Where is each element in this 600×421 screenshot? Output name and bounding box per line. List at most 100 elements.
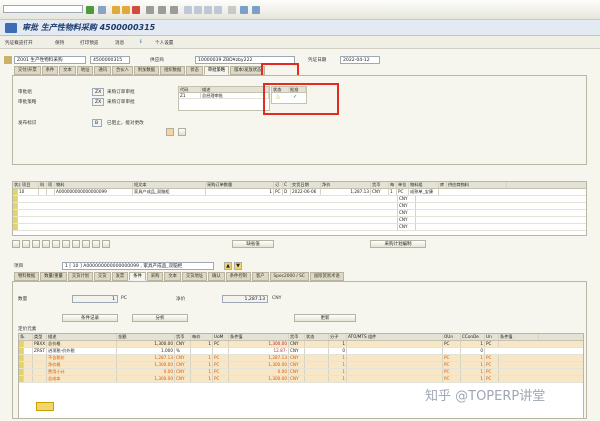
release-row-code: Z1 (179, 93, 201, 98)
quantity-field: 1 (72, 295, 118, 303)
find-icon[interactable] (158, 6, 166, 14)
save-icon[interactable] (98, 6, 106, 14)
table-row[interactable]: 10 A000000000000000099 家具产成品_双脑柜 1 PC D … (13, 189, 586, 196)
print-icon[interactable] (146, 6, 154, 14)
col-code: 代码 (179, 87, 201, 92)
tab-address[interactable]: 地址 (76, 66, 94, 75)
next-page-icon[interactable] (204, 6, 212, 14)
exit-icon[interactable] (122, 6, 130, 14)
tab-status[interactable]: 状态 (186, 66, 203, 75)
item-up-icon[interactable]: ▲ (224, 262, 232, 270)
first-page-icon[interactable] (184, 6, 192, 14)
doc-overview-button[interactable]: 凭证概览打开 (5, 40, 33, 46)
last-page-icon[interactable] (214, 6, 222, 14)
condition-toolbar-icon[interactable] (36, 402, 54, 411)
page-title: 审批 生产性物料采购 4500000315 (22, 23, 156, 32)
items-toolbar (12, 240, 110, 248)
print-preview-button[interactable]: 打印预览 (80, 40, 98, 46)
command-field[interactable] (3, 5, 83, 13)
layout-icon[interactable] (252, 6, 260, 14)
release-indicator-text: 已阻止，能对更改 (107, 121, 144, 126)
tab-communication[interactable]: 通讯 (94, 66, 112, 75)
doc-date-field[interactable]: 2022-04-12 (340, 56, 380, 64)
back-icon[interactable] (112, 6, 120, 14)
enter-icon[interactable] (86, 6, 94, 14)
copy-icon[interactable] (42, 240, 50, 248)
add-row-icon[interactable] (22, 240, 30, 248)
table-row[interactable]: CNY (13, 224, 586, 231)
vendor-label: 供应商 (150, 58, 164, 63)
sum-icon[interactable] (102, 240, 110, 248)
filter-icon[interactable] (52, 240, 60, 248)
table-row[interactable]: ZRST 进项税-价外税 1.000 % 12.87- CNY 0 0 (19, 348, 583, 355)
help-icon[interactable] (240, 6, 248, 14)
table-row[interactable]: 不含税价 1,287.13 CNY 1 PC 1,287.13 CNY 1 PC… (19, 355, 583, 362)
item-selector[interactable]: 1 [ 10 ] A000000000000000099 , 家具产成品_双脑柜 (62, 262, 214, 270)
find-next-icon[interactable] (170, 6, 178, 14)
release-group-code: ZX (92, 88, 104, 96)
table-row[interactable]: CNY (13, 217, 586, 224)
tab-schedule[interactable]: 交货计划 (67, 272, 94, 281)
table-row[interactable]: CNY (13, 196, 586, 203)
release-edit-icon[interactable] (166, 128, 174, 136)
tab-delivery[interactable]: 交货 (94, 272, 111, 281)
tab-incoterms[interactable]: 国际贸易术语 (309, 272, 344, 281)
col-description: 描述 (201, 87, 269, 92)
tab-delivery-invoice[interactable]: 交付/开票 (14, 66, 41, 75)
default-values-button[interactable]: 缺省值 (232, 240, 274, 248)
table-row[interactable]: CNY (13, 203, 586, 210)
tab-material-data[interactable]: 物料数据 (14, 272, 40, 281)
personal-settings-button[interactable]: 个人设置 (155, 40, 173, 46)
table-row[interactable]: 总成本 1,300.00 CNY 1 PC 1,300.00 CNY 1 PC … (19, 376, 583, 383)
hold-button[interactable]: 保持 (55, 40, 64, 46)
table-row[interactable]: PBXX 总价格 1,300.00 CNY 1 PC 1,300.00 CNY … (19, 341, 583, 348)
tab-item-conditions[interactable]: 条件 (129, 272, 146, 281)
tab-texts[interactable]: 文本 (59, 66, 76, 75)
watermark: 知乎 @TOPERP讲堂 (425, 389, 546, 404)
release-strategy-label: 审批策略 (18, 100, 37, 105)
tab-release-strategy[interactable]: 审批策略 (203, 66, 230, 75)
prev-page-icon[interactable] (194, 6, 202, 14)
tab-customer[interactable]: 客户 (251, 272, 269, 281)
cancel-icon[interactable] (132, 6, 140, 14)
tab-additional-data[interactable]: 附加数据 (133, 66, 160, 75)
release-row-desc: 总经理审批 (201, 93, 269, 98)
tab-purchasing[interactable]: 采购 (146, 272, 164, 281)
tab-invoice[interactable]: 发票 (111, 272, 129, 281)
plan-button[interactable]: 采购计划编制 (370, 240, 426, 248)
info-button[interactable]: i (140, 40, 142, 45)
tab-delivery-address[interactable]: 交货地址 (181, 272, 208, 281)
tab-item-texts[interactable]: 文本 (164, 272, 181, 281)
tab-conditions[interactable]: 条件 (41, 66, 59, 75)
doc-type-field[interactable]: Z001 生产性物料采购 (14, 56, 86, 64)
tab-version[interactable]: 版本/发放状态 (230, 66, 266, 75)
condition-record-button[interactable]: 条件记录 (62, 314, 118, 322)
doc-number-field[interactable]: 4500000315 (90, 56, 130, 64)
update-button[interactable]: 更新 (294, 314, 356, 322)
sort-asc-icon[interactable] (62, 240, 70, 248)
item-tabs: 物料数据 数量/重量 交货计划 交货 发票 条件 采购 文本 交货地址 确认 条… (14, 272, 344, 281)
conditions-grid-header: 条. 类型 描述 金额 货币 每价 UoM 条件值 货币 状态 分子 ATO/M… (19, 334, 583, 341)
messages-button[interactable]: 消息 (115, 40, 124, 46)
release-info-icon[interactable] (178, 128, 186, 136)
tab-spec2000[interactable]: Spec2000 / SC (269, 272, 309, 281)
tab-qty-weight[interactable]: 数量/重量 (40, 272, 67, 281)
sort-desc-icon[interactable] (72, 240, 80, 248)
tab-confirmation[interactable]: 确认 (208, 272, 225, 281)
layout-icon[interactable] (92, 240, 100, 248)
tab-org-data[interactable]: 组织数据 (160, 66, 186, 75)
new-session-icon[interactable] (228, 6, 236, 14)
release-code-table: 代码 描述 Z1 总经理审批 (178, 86, 270, 111)
tab-partners[interactable]: 合伙人 (112, 66, 133, 75)
table-row[interactable]: 费用小计 0.00 CNY 1 PC 0.00 CNY 1 PC 1 PC (19, 369, 583, 376)
date-label: 凭证日期 (308, 58, 327, 63)
table-row[interactable]: 净价格 1,300.00 CNY 1 PC 1,300.00 CNY 1 PC … (19, 362, 583, 369)
header-tabs: 交付/开票 条件 文本 地址 通讯 合伙人 附加数据 组织数据 状态 审批策略 … (14, 66, 266, 75)
analysis-button[interactable]: 分析 (132, 314, 188, 322)
delete-row-icon[interactable] (32, 240, 40, 248)
tab-condition-control[interactable]: 条件控制 (225, 272, 251, 281)
details-icon[interactable] (12, 240, 20, 248)
table-row[interactable]: CNY (13, 210, 586, 217)
item-down-icon[interactable]: ▼ (234, 262, 242, 270)
export-icon[interactable] (82, 240, 90, 248)
